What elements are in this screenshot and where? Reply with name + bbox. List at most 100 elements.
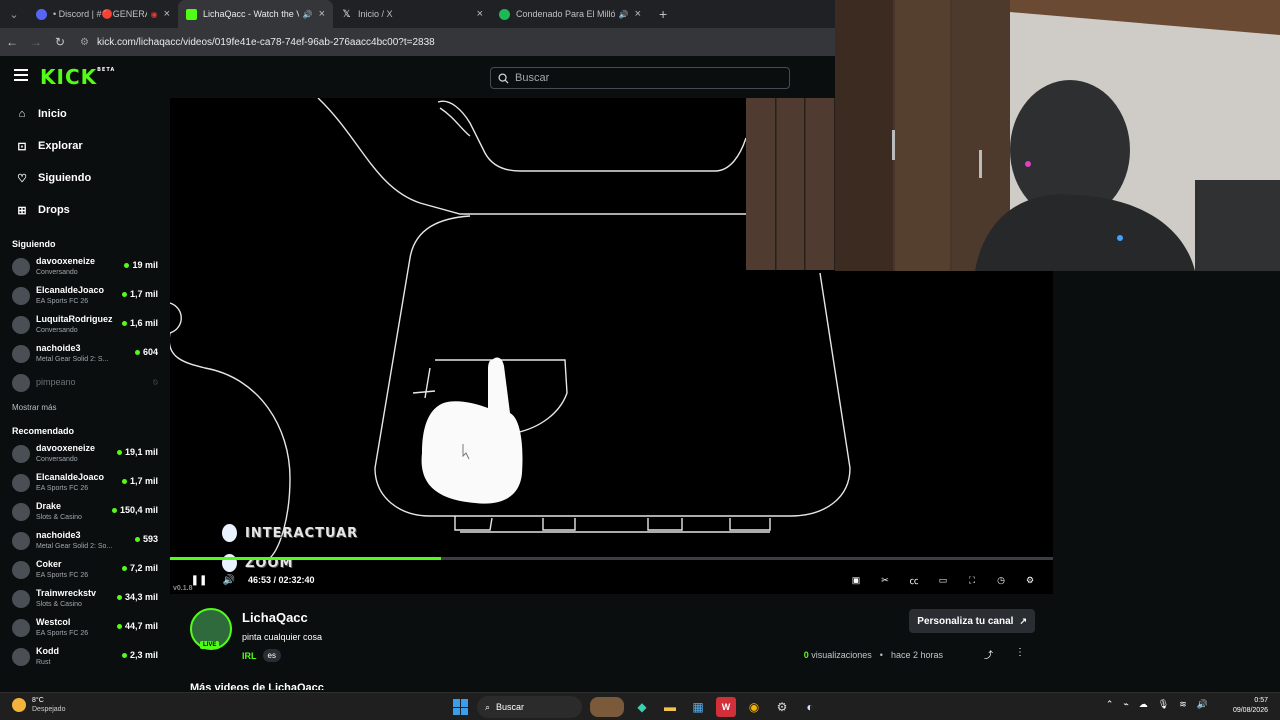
channel-avatar [12,315,30,334]
back-button[interactable]: ← [0,35,24,49]
tab-kick[interactable]: LichaQacc - Watch the VOD 🔊 × [178,0,333,28]
language-tag[interactable]: es [262,649,281,662]
channel-avatar [12,502,30,521]
speaker-icon[interactable]: 🔊 [1197,699,1208,710]
reload-button[interactable]: ↻ [48,35,72,49]
close-tab-icon[interactable]: × [164,8,170,20]
steam-icon[interactable]: ◐ [800,697,820,717]
nav-inicio[interactable]: ⌂ Inicio [0,98,170,130]
close-tab-icon[interactable]: × [319,8,325,20]
offline-icon: ⦸ [152,377,158,386]
channel-list-item[interactable]: nachoide3 Metal Gear Solid 2: S... 604 [0,339,170,368]
fullscreen-icon[interactable]: ⛶ [963,571,981,589]
show-more-link[interactable]: Mostrar más [0,397,170,419]
chevron-up-icon[interactable]: ⌃ [1106,699,1114,710]
channel-list-item[interactable]: ElcanaldeJoaco EA Sports FC 26 1,7 mil [0,468,170,497]
speech-bubble-icon [222,524,237,542]
channel-avatar [12,257,30,276]
store-icon[interactable]: ▦ [688,697,708,717]
customize-channel-button[interactable]: Personaliza tu canal ↗ [909,609,1035,633]
file-explorer-icon[interactable]: ▬ [660,697,680,717]
system-tray: ⌃ ⌁ ☁ 🎙 ≋ 🔊 [1106,699,1208,710]
more-videos-heading: Más videos de LichaQacc [190,682,324,690]
viewer-count: 7,2 mil [122,563,158,573]
tab-title: • Discord | #🔴GENERAL | [53,8,147,19]
nav-siguiendo[interactable]: ♡ Siguiendo [0,162,170,194]
progress-bar[interactable] [170,557,1053,560]
captions-icon[interactable]: ㏄ [905,571,923,589]
channel-list-item[interactable]: Coker EA Sports FC 26 7,2 mil [0,555,170,584]
pause-icon[interactable]: ❚❚ [190,571,208,589]
player-controls: ❚❚ 🔊 46:53 / 02:32:40 ▣ ✂ ㏄ ▭ ⛶ ◷ ⚙ [170,568,1053,592]
clock-date: 09/08/2026 [1232,707,1268,714]
audio-icon[interactable]: 🔊 [303,10,313,19]
clip-icon[interactable]: ✂ [876,571,894,589]
channel-name[interactable]: LichaQacc [242,610,308,625]
channel-list-item[interactable]: Drake Slots & Casino 150,4 mil [0,497,170,526]
speed-icon[interactable]: ◷ [992,571,1010,589]
settings-icon[interactable]: ⚙ [1021,571,1039,589]
new-tab-button[interactable]: + [649,0,677,28]
cloud-icon[interactable]: ☁ [1139,699,1148,710]
tab-title: Condenado Para El Millón - [516,9,615,19]
theater-mode-icon[interactable]: ▭ [934,571,952,589]
channel-avatar [12,373,30,392]
microphone-icon[interactable]: 🎙 [1158,699,1169,710]
channel-avatar [12,286,30,305]
pip-icon[interactable]: ▣ [847,571,865,589]
channel-list-item[interactable]: nachoide3 Metal Gear Solid 2: So... 593 [0,526,170,555]
tab-x[interactable]: 𝕏 Inicio / X × [333,0,491,28]
clock[interactable]: 0:57 09/08/2026 [1233,696,1268,716]
taskbar-search[interactable]: ⌕ Buscar [477,696,582,718]
search-input[interactable]: Buscar [490,67,790,89]
tab-discord[interactable]: • Discord | #🔴GENERAL | ◉ × [28,0,178,28]
forward-button[interactable]: → [24,35,48,49]
more-options-icon[interactable]: ⋮ [1015,647,1025,658]
network-icon[interactable]: ⌁ [1123,699,1128,710]
kick-header: KICKBETA Buscar [0,56,835,98]
kick-logo[interactable]: KICKBETA [40,65,115,89]
app-w-icon[interactable]: W [716,697,736,717]
interactuar-overlay: INTERACTUAR [222,524,358,542]
nav-drops[interactable]: ⊞ Drops [0,194,170,226]
channel-list-item[interactable]: davooxeneize Conversando 19 mil [0,252,170,281]
channel-list-item[interactable]: pimpeano ⦸ [0,368,170,397]
channel-list-item[interactable]: Trainwreckstv Slots & Casino 34,3 mil [0,584,170,613]
wifi-icon[interactable]: ≋ [1179,699,1187,710]
following-section-title: Siguiendo [12,239,56,249]
chrome-icon[interactable]: ◉ [744,697,764,717]
audio-icon[interactable]: 🔊 [619,10,629,19]
browser-tab-bar: ⌄ • Discord | #🔴GENERAL | ◉ × LichaQacc … [0,0,835,28]
site-info-icon[interactable]: ⚙ [80,37,89,48]
windows-start-icon[interactable] [453,699,469,715]
channel-list-item[interactable]: davooxeneize Conversando 19,1 mil [0,439,170,468]
sidebar: ⌂ Inicio ⊡ Explorar ♡ Siguiendo ⊞ Drops Sigu… [0,98,170,692]
video-age: hace 2 horas [890,650,943,660]
kick-icon [186,8,197,20]
viewer-count: 604 [135,347,158,357]
tab-spotify[interactable]: Condenado Para El Millón - 🔊 × [491,0,649,28]
channel-avatar [12,473,30,492]
weather-widget[interactable]: 8°C Despejado [12,696,65,714]
tab-search-icon[interactable]: ⌄ [0,0,28,28]
settings-app-icon[interactable]: ⚙ [772,697,792,717]
menu-icon[interactable] [14,69,28,83]
address-bar[interactable]: ⚙ kick.com/lichaqacc/videos/019fe41e-ca7… [76,31,835,53]
close-tab-icon[interactable]: × [635,8,641,20]
external-link-icon: ↗ [1019,615,1027,626]
channel-list-item[interactable]: LuquitaRodriguez Conversando 1,6 mil [0,310,170,339]
nav-explorar[interactable]: ⊡ Explorar [0,130,170,162]
video-stats: 0 visualizaciones • hace 2 horas [803,650,943,660]
search-icon: ⌕ [485,701,491,712]
close-tab-icon[interactable]: × [477,8,483,20]
widgets-icon[interactable] [590,697,624,717]
volume-icon[interactable]: 🔊 [220,571,238,589]
moon-weather-icon [12,698,26,712]
channel-list-item[interactable]: Westcol EA Sports FC 26 44,7 mil [0,613,170,642]
following-list: davooxeneize Conversando 19 mil ElcanaldeJo… [0,252,170,397]
copilot-icon[interactable]: ◆ [632,697,652,717]
share-icon[interactable]: ⤴ [984,648,993,661]
category-link[interactable]: IRL [242,651,257,661]
channel-list-item[interactable]: ElcanaldeJoaco EA Sports FC 26 1,7 mil [0,281,170,310]
channel-list-item[interactable]: Kodd Rust 2,3 mil [0,642,170,671]
